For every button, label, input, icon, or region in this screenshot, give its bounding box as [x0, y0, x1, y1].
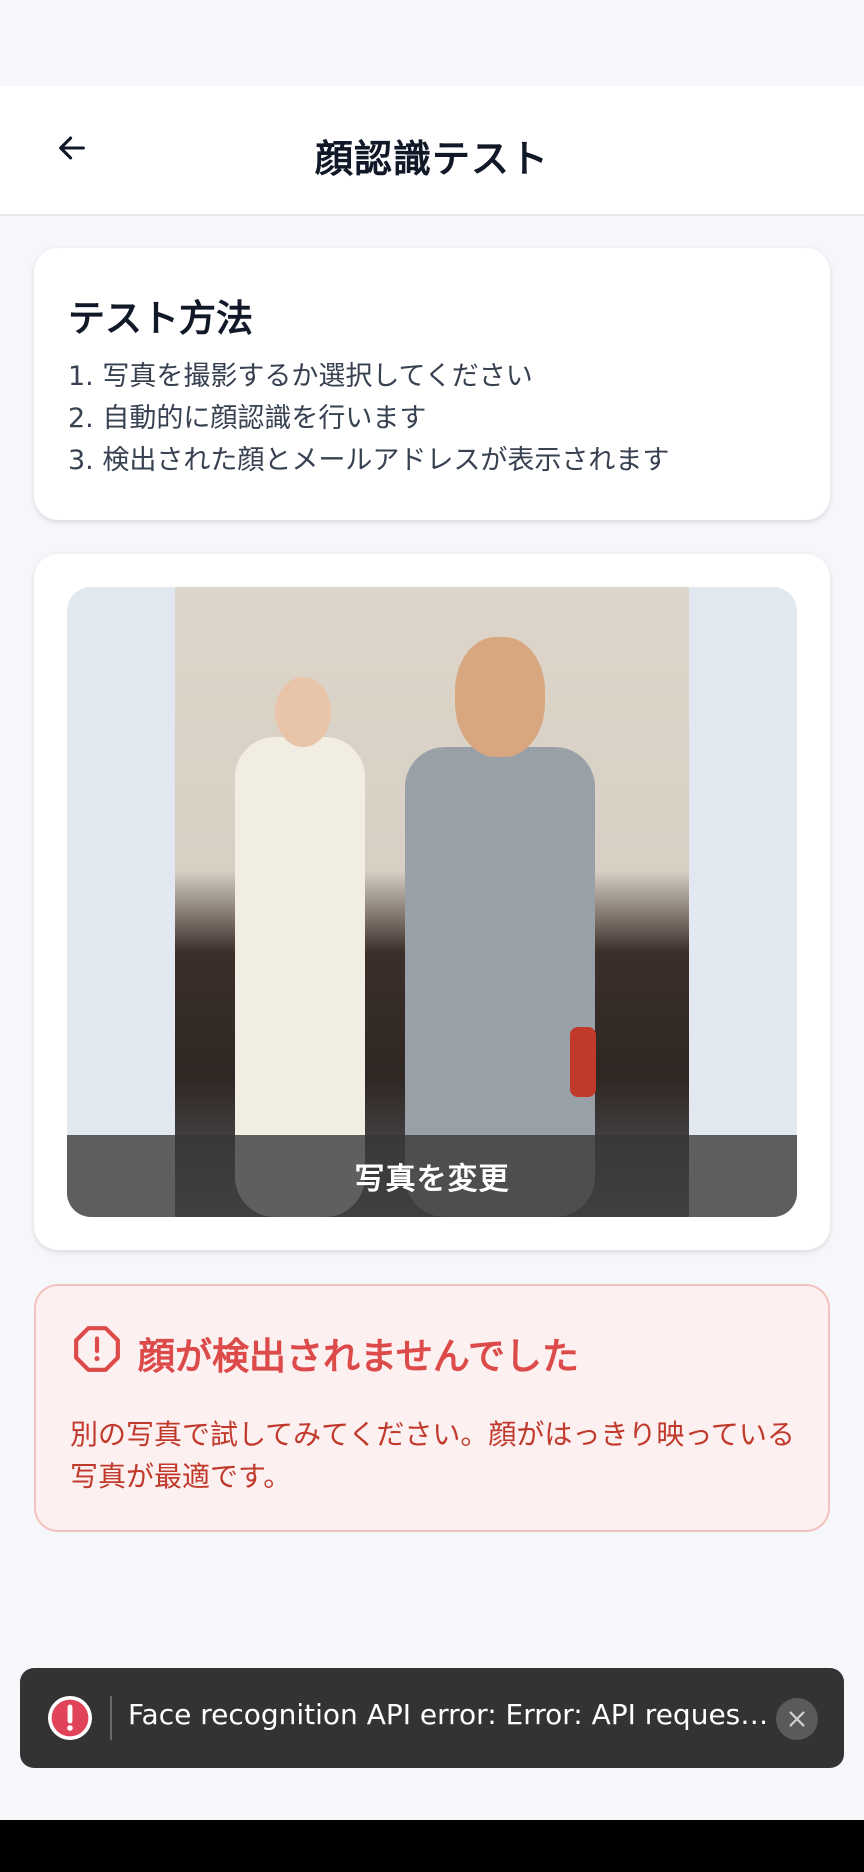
toast-divider — [110, 1696, 112, 1740]
instruction-step: 1. 写真を撮影するか選択してください — [68, 361, 533, 392]
change-photo-button[interactable]: 写真を変更 — [67, 1135, 797, 1217]
error-message: 別の写真で試してみてください。顔がはっきり映っている写真が最適です。 — [70, 1418, 795, 1493]
instructions-title: テスト方法 — [68, 297, 253, 340]
instruction-step: 2. 自動的に顔認識を行います — [68, 403, 427, 434]
toast-message: Face recognition API error: Error: API r… — [128, 1698, 778, 1731]
alert-octagon-icon — [74, 1326, 120, 1372]
error-alert: 顔が検出されませんでした 別の写真で試してみてください。顔がはっきり映っている写… — [34, 1284, 830, 1532]
system-nav-bar — [0, 1820, 864, 1872]
page-title: 顔認識テスト — [314, 137, 549, 181]
person-figure — [455, 637, 545, 757]
error-toast: Face recognition API error: Error: API r… — [20, 1668, 844, 1768]
app-header: 顔認識テスト — [0, 86, 864, 216]
photo-card: 写真を変更 — [34, 554, 830, 1250]
instruction-step: 3. 検出された顔とメールアドレスが表示されます — [68, 445, 670, 476]
close-icon — [789, 1711, 805, 1727]
photo-preview: 写真を変更 — [67, 587, 797, 1217]
selected-photo — [175, 587, 689, 1217]
change-photo-label: 写真を変更 — [354, 1162, 510, 1197]
error-icon — [48, 1696, 92, 1740]
error-title: 顔が検出されませんでした — [138, 1335, 580, 1378]
status-bar — [0, 0, 864, 86]
person-figure — [275, 677, 331, 747]
instructions-card: テスト方法 1. 写真を撮影するか選択してください 2. 自動的に顔認識を行いま… — [34, 248, 830, 520]
toast-close-button[interactable] — [776, 1698, 818, 1740]
fire-extinguisher — [570, 1027, 596, 1097]
